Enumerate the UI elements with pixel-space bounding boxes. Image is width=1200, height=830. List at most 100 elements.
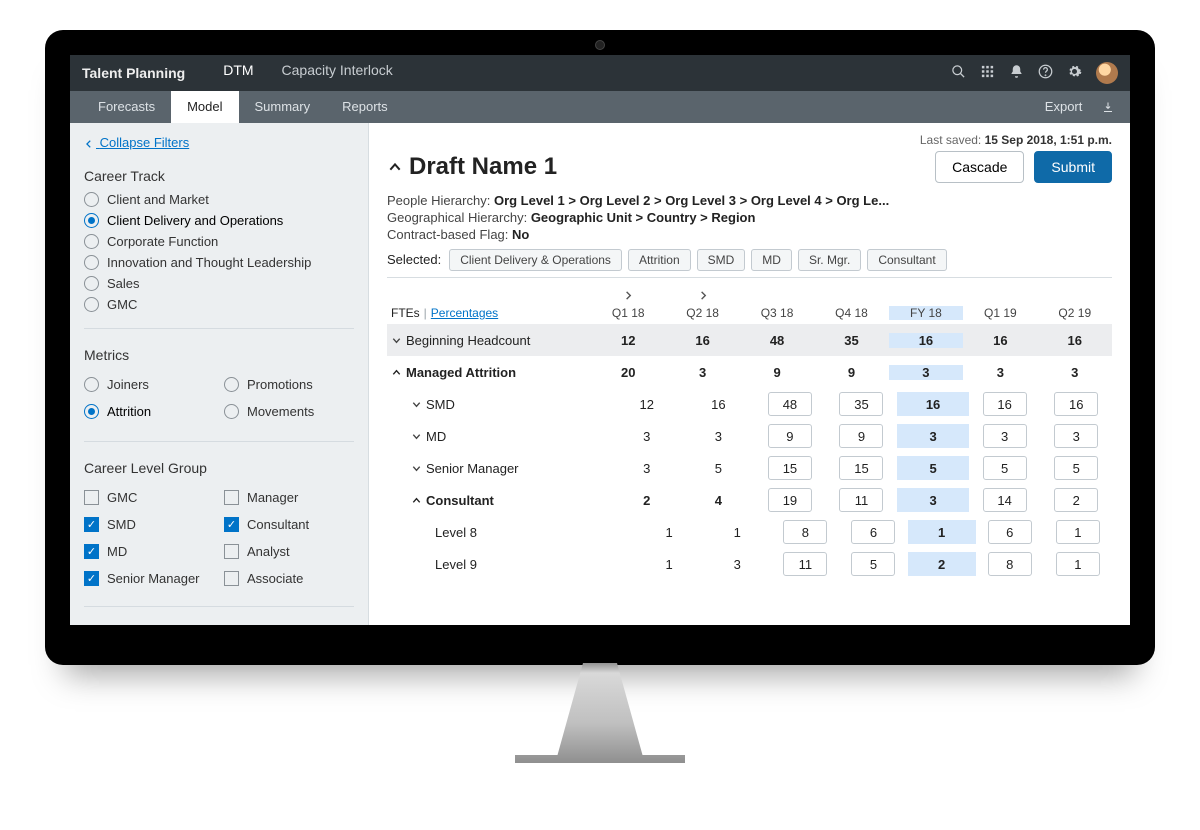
career-level-option[interactable]: Manager	[224, 490, 354, 505]
career-level-option[interactable]: Analyst	[224, 544, 354, 559]
subtabs: ForecastsModelSummaryReports	[82, 91, 404, 123]
editable-cell[interactable]: 6	[851, 520, 895, 544]
career-level-option[interactable]: GMC	[84, 490, 214, 505]
chevron-right-icon[interactable]	[697, 290, 708, 304]
editable-cell[interactable]: 35	[839, 392, 883, 416]
editable-cell[interactable]: 5	[851, 552, 895, 576]
metric-option[interactable]: Promotions	[224, 377, 354, 392]
row-label-cell[interactable]: MD	[387, 429, 611, 444]
filter-chip[interactable]: MD	[751, 249, 792, 271]
collapse-filters-link[interactable]: Collapse Filters	[84, 135, 354, 150]
editable-cell[interactable]: 2	[1054, 488, 1098, 512]
editable-cell[interactable]: 1	[1056, 552, 1100, 576]
metric-option[interactable]: Joiners	[84, 377, 214, 392]
secondary-nav: ForecastsModelSummaryReports Export	[70, 91, 1130, 123]
checkbox-icon: ✓	[84, 571, 99, 586]
option-label: Manager	[247, 490, 298, 505]
subtab-summary[interactable]: Summary	[239, 91, 327, 123]
editable-cell[interactable]: 3	[983, 424, 1027, 448]
metric-option[interactable]: Attrition	[84, 404, 214, 419]
editable-cell[interactable]: 3	[1054, 424, 1098, 448]
career-level-option[interactable]: ✓SMD	[84, 517, 214, 532]
editable-cell[interactable]: 48	[768, 392, 812, 416]
editable-cell[interactable]: 8	[783, 520, 827, 544]
editable-cell[interactable]: 14	[983, 488, 1027, 512]
option-label: Client Delivery and Operations	[107, 213, 283, 228]
draft-title[interactable]: Draft Name 1	[387, 153, 557, 181]
editable-cell[interactable]: 15	[768, 456, 812, 480]
toggle-percentages[interactable]: Percentages	[431, 306, 498, 320]
editable-cell[interactable]: 5	[1054, 456, 1098, 480]
editable-cell[interactable]: 19	[768, 488, 812, 512]
career-track-option[interactable]: GMC	[84, 297, 354, 312]
career-level-option[interactable]: ✓ Senior Manager	[84, 571, 214, 586]
option-label: Associate	[247, 571, 303, 586]
option-label: Senior Manager	[107, 571, 200, 586]
row-label-cell[interactable]: Consultant	[387, 493, 611, 508]
filter-chip[interactable]: Consultant	[867, 249, 946, 271]
editable-cell[interactable]: 9	[839, 424, 883, 448]
editable-cell[interactable]: 8	[988, 552, 1032, 576]
row-label-cell[interactable]: SMD	[387, 397, 611, 412]
career-track-option[interactable]: Client and Market	[84, 192, 354, 207]
row-label: Level 9	[435, 557, 477, 572]
divider	[84, 441, 354, 442]
primary-nav-dtm[interactable]: DTM	[209, 55, 267, 94]
data-cell: 3	[1038, 365, 1112, 380]
divider	[84, 606, 354, 607]
data-cell: 16	[969, 392, 1041, 416]
column-header: Q1 18	[591, 306, 665, 320]
selected-label: Selected:	[387, 252, 441, 267]
metric-option[interactable]: Movements	[224, 404, 354, 419]
row-label-cell[interactable]: Level 9	[387, 557, 635, 572]
apps-grid-icon[interactable]	[980, 64, 995, 82]
grid-header: FTEs | Percentages Q1 18Q2 18Q3 18Q4 18F…	[387, 278, 1112, 324]
filter-chip[interactable]: Sr. Mgr.	[798, 249, 861, 271]
career-level-option[interactable]: ✓Consultant	[224, 517, 354, 532]
table-row: Senior Manager351515555	[387, 452, 1112, 484]
app-header: Talent Planning DTMCapacity Interlock	[70, 55, 1130, 91]
submit-button[interactable]: Submit	[1034, 151, 1112, 183]
editable-cell[interactable]: 11	[839, 488, 883, 512]
career-track-option[interactable]: Sales	[84, 276, 354, 291]
primary-nav-capacity-interlock[interactable]: Capacity Interlock	[268, 55, 407, 88]
career-track-option[interactable]: Innovation and Thought Leadership	[84, 255, 354, 270]
search-icon[interactable]	[951, 64, 966, 82]
subtab-reports[interactable]: Reports	[326, 91, 404, 123]
data-cell: 3	[611, 456, 683, 480]
bell-icon[interactable]	[1009, 64, 1024, 82]
data-cell: 3	[611, 424, 683, 448]
data-cell: 16	[897, 392, 969, 416]
filter-chip[interactable]: Client Delivery & Operations	[449, 249, 622, 271]
filter-chip[interactable]: SMD	[697, 249, 746, 271]
editable-cell[interactable]: 9	[768, 424, 812, 448]
career-track-option[interactable]: Corporate Function	[84, 234, 354, 249]
gear-icon[interactable]	[1067, 64, 1082, 82]
radio-icon	[84, 213, 99, 228]
editable-cell[interactable]: 1	[1056, 520, 1100, 544]
row-label-cell[interactable]: Managed Attrition	[387, 365, 591, 380]
row-label-cell[interactable]: Level 8	[387, 525, 635, 540]
subtab-forecasts[interactable]: Forecasts	[82, 91, 171, 123]
cascade-button[interactable]: Cascade	[935, 151, 1024, 183]
filter-chip[interactable]: Attrition	[628, 249, 691, 271]
editable-cell[interactable]: 15	[839, 456, 883, 480]
editable-cell[interactable]: 11	[783, 552, 827, 576]
career-track-option[interactable]: Client Delivery and Operations	[84, 213, 354, 228]
radio-icon	[84, 276, 99, 291]
row-label-cell[interactable]: Beginning Headcount	[387, 333, 591, 348]
avatar[interactable]	[1096, 62, 1118, 84]
career-level-option[interactable]: Associate	[224, 571, 354, 586]
help-icon[interactable]	[1038, 64, 1053, 82]
subtab-model[interactable]: Model	[171, 91, 238, 123]
editable-cell[interactable]: 16	[983, 392, 1027, 416]
data-cell: 9	[754, 424, 826, 448]
editable-cell[interactable]: 5	[983, 456, 1027, 480]
editable-cell[interactable]: 6	[988, 520, 1032, 544]
career-level-option[interactable]: ✓MD	[84, 544, 214, 559]
chevron-right-icon[interactable]	[623, 290, 634, 304]
export-button[interactable]: Export	[1013, 91, 1130, 123]
editable-cell[interactable]: 16	[1054, 392, 1098, 416]
row-label-cell[interactable]: Senior Manager	[387, 461, 611, 476]
toggle-ftes[interactable]: FTEs	[391, 306, 420, 320]
